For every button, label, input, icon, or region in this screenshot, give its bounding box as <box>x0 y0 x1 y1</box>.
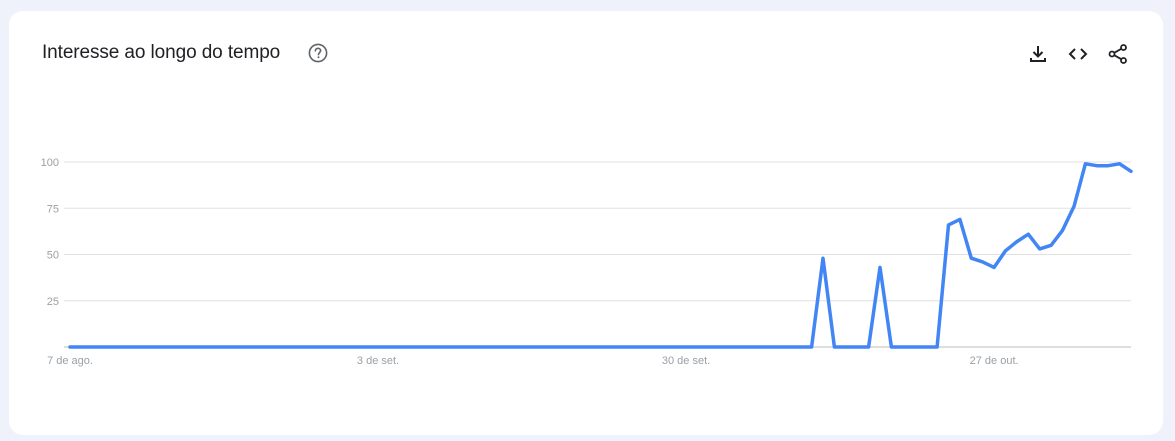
y-tick-label: 100 <box>41 157 59 169</box>
y-tick-label: 25 <box>47 296 59 308</box>
x-tick-label: 27 de out. <box>970 355 1019 367</box>
series-line <box>68 162 1133 349</box>
y-tick-label: 75 <box>47 203 59 215</box>
chart-card: Interesse ao longo do tempo 25 50 75 100 7 d… <box>9 11 1163 435</box>
y-tick-label: 50 <box>47 250 59 262</box>
x-tick-label: 30 de set. <box>662 355 710 367</box>
line-chart: 25 50 75 100 7 de ago. 3 de set. 30 de set. 27 … <box>41 157 1133 367</box>
x-tick-label: 7 de ago. <box>47 355 93 367</box>
x-tick-label: 3 de set. <box>357 355 399 367</box>
